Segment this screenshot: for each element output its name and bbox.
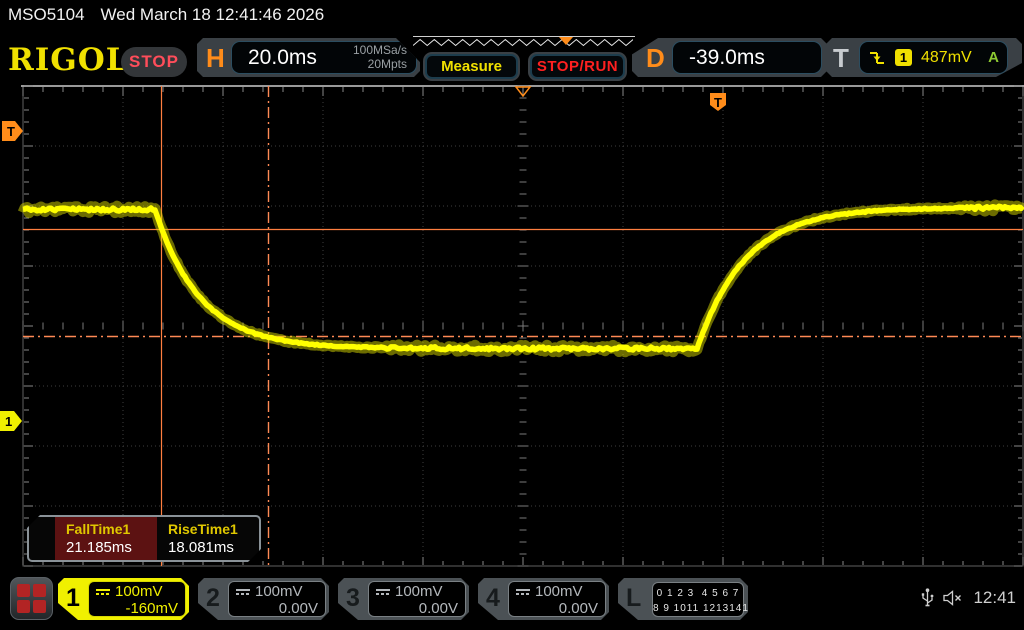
svg-text:1: 1 [5, 414, 12, 429]
channel-1-tab[interactable]: 1 100mV -160mV [58, 578, 189, 620]
horizontal-label: H [206, 43, 225, 74]
measurement-falltime[interactable]: FallTime1 21.185ms [55, 517, 157, 560]
rigol-logo: RIGOL [8, 42, 129, 78]
menu-button[interactable] [10, 577, 53, 620]
channel-offset: 0.00V [516, 600, 598, 617]
trigger-panel[interactable]: T 1 487mV A [826, 38, 1022, 77]
oscilloscope-screen: T 1 T MSO5104 Wed March 18 12:41:46 2026 RI… [0, 0, 1024, 630]
logic-row2: 8 9 1011 12131415 [653, 603, 755, 614]
delay-label: D [646, 43, 665, 74]
record-position-icon [559, 37, 573, 45]
measure-button[interactable]: Measure [423, 52, 520, 81]
stop-run-button[interactable]: STOP/RUN [528, 52, 627, 81]
trigger-level-value: 487mV [921, 49, 979, 67]
titlebar: MSO5104 Wed March 18 12:41:46 2026 [8, 5, 324, 25]
markers: T 1 T [0, 87, 726, 431]
usb-icon [921, 588, 934, 608]
trigger-source-badge: 1 [895, 49, 912, 66]
channel-scale: 100mV [255, 583, 303, 600]
svg-text:T: T [714, 95, 722, 110]
trigger-mode: A [988, 49, 999, 66]
timebase-value: 20.0ms [232, 46, 353, 70]
logic-channels-tab[interactable]: L 0 1 2 3 4 5 6 78 9 1011 12131415 [618, 578, 748, 620]
trigger-position-marker[interactable]: T [710, 93, 726, 111]
dc-coupling-icon [236, 589, 250, 595]
delay-value: -39.0ms [673, 46, 821, 70]
channel-offset: 0.00V [236, 600, 318, 617]
waveform-record-bar [413, 36, 635, 50]
channel-4-tab[interactable]: 4 100mV 0.00V [478, 578, 609, 620]
run-state-badge: STOP [121, 47, 187, 77]
measurement-risetime[interactable]: RiseTime1 18.081ms [157, 517, 259, 560]
delay-panel[interactable]: D -39.0ms [632, 38, 827, 77]
measurement-results-panel: FallTime1 21.185ms RiseTime1 18.081ms [27, 515, 261, 562]
channel-scale: 100mV [115, 583, 163, 600]
dc-coupling-icon [516, 589, 530, 595]
measurement-value: 18.081ms [168, 539, 259, 556]
channel-offset: 0.00V [376, 600, 458, 617]
dc-coupling-icon [376, 589, 390, 595]
trigger-label: T [833, 43, 849, 74]
svg-text:T: T [7, 124, 15, 139]
datetime: Wed March 18 12:41:46 2026 [101, 5, 325, 24]
model-name: MSO5104 [8, 5, 85, 24]
measurement-value: 21.185ms [66, 539, 157, 556]
menu-grid-icon [17, 584, 46, 613]
dc-coupling-icon [96, 589, 110, 595]
status-bar: 12:41 [921, 588, 1016, 608]
channel-scale: 100mV [535, 583, 583, 600]
measurement-label: FallTime1 [66, 521, 157, 537]
clock: 12:41 [973, 588, 1016, 608]
falling-edge-icon [868, 50, 886, 66]
trigger-level-marker[interactable]: T [2, 121, 23, 141]
channel-2-tab[interactable]: 2 100mV 0.00V [198, 578, 329, 620]
speaker-muted-icon [943, 590, 964, 606]
measurement-label: RiseTime1 [168, 521, 259, 537]
channel-3-tab[interactable]: 3 100mV 0.00V [338, 578, 469, 620]
channel-offset: -160mV [96, 600, 178, 617]
horizontal-panel[interactable]: H 20.0ms 100MSa/s 20Mpts [197, 38, 420, 77]
channel1-position-marker[interactable]: 1 [0, 411, 22, 431]
logic-row1: 0 1 2 3 4 5 6 7 [657, 588, 740, 599]
channel-scale: 100mV [395, 583, 443, 600]
grid [21, 86, 1024, 566]
